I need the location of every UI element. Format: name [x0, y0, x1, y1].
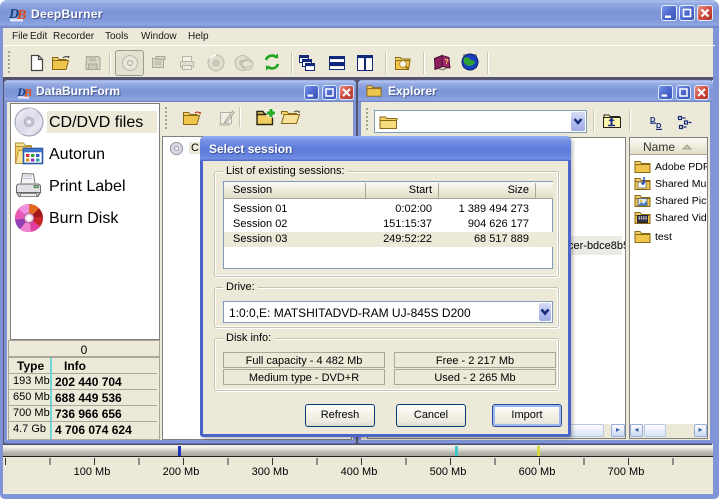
svg-text:B: B — [16, 8, 26, 23]
svg-text:B: B — [23, 87, 32, 100]
svg-text:D: D — [656, 121, 662, 130]
svg-text:?: ? — [445, 59, 449, 66]
